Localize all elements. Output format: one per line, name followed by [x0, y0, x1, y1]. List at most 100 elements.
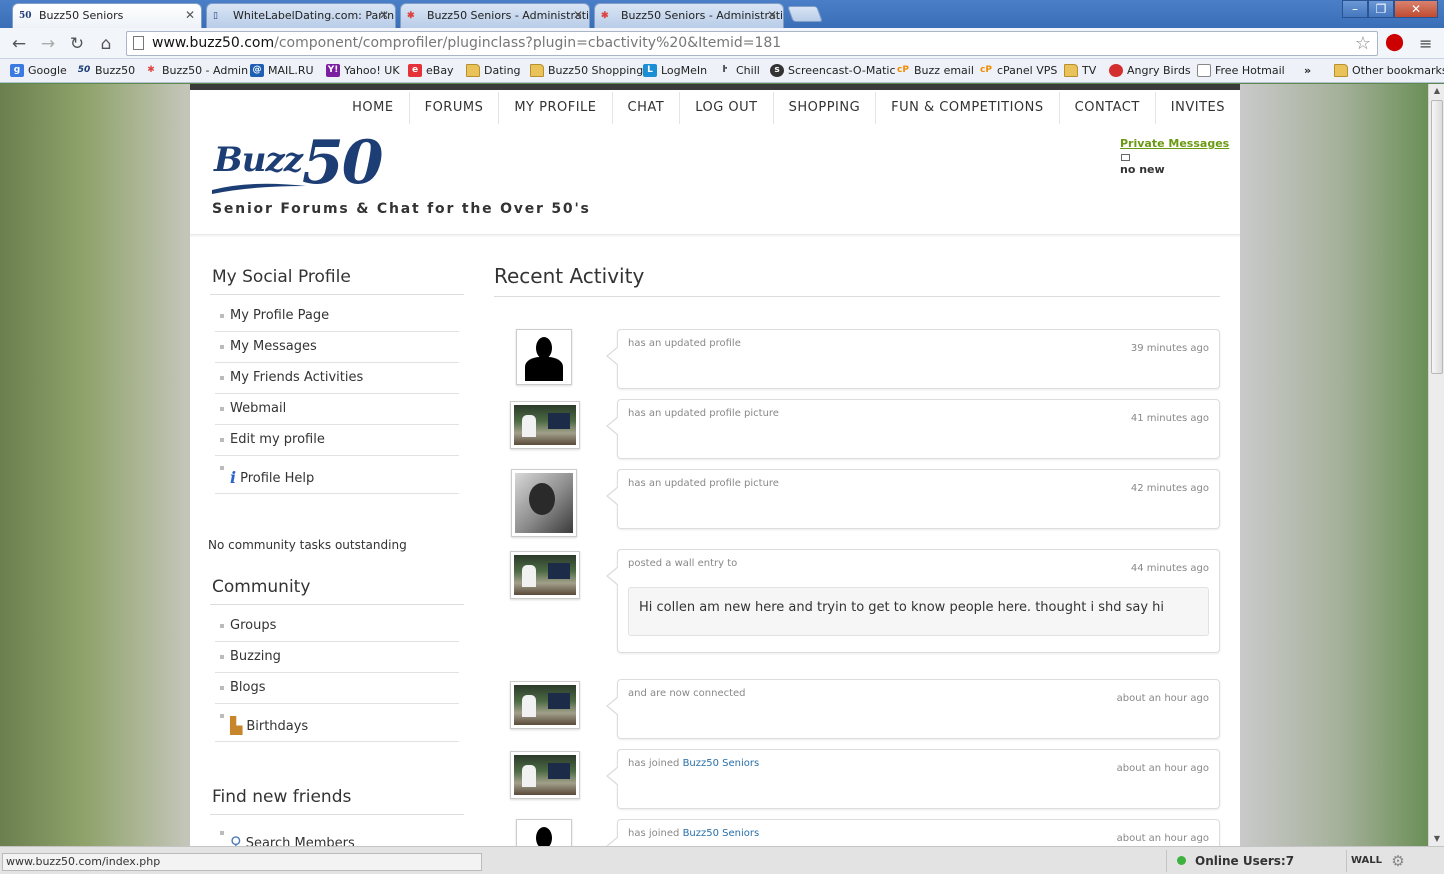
- vertical-scrollbar[interactable]: ▲ ▼: [1428, 84, 1444, 846]
- menu-icon[interactable]: ≡: [1419, 34, 1432, 53]
- bookmark-buzz-email[interactable]: cP Buzz email: [896, 63, 974, 79]
- tab-title: WhiteLabelDating.com: Partn: [233, 9, 395, 22]
- bookmark-tv[interactable]: TV: [1064, 63, 1096, 79]
- tab-admin-1[interactable]: ✱ Buzz50 Seniors - Administrati ✕: [400, 3, 590, 28]
- restore-icon[interactable]: ❐: [1368, 0, 1394, 18]
- sidebar-item-blogs[interactable]: Blogs: [215, 673, 459, 704]
- avatar[interactable]: [510, 401, 580, 449]
- bookmark-buzz50[interactable]: 50 Buzz50: [77, 63, 135, 79]
- bookmark-buzz50-admin[interactable]: ✱ Buzz50 - Admin: [144, 63, 248, 79]
- bookmark-label: Screencast-O-Matic: [788, 64, 896, 77]
- user-photo: [515, 473, 573, 533]
- bookmark-buzz50-shopping[interactable]: Buzz50 Shopping: [530, 63, 643, 79]
- new-tab-button[interactable]: [787, 6, 823, 22]
- nav-chat[interactable]: CHAT: [611, 92, 680, 124]
- window-close-icon[interactable]: ✕: [1394, 0, 1438, 18]
- default-avatar-icon: [520, 333, 568, 381]
- window-controls: – ❐ ✕: [1342, 0, 1438, 18]
- avatar[interactable]: [516, 329, 572, 385]
- nav-shopping[interactable]: SHOPPING: [772, 92, 876, 124]
- online-users-label: Online Users:7: [1195, 854, 1295, 868]
- bookmark-google[interactable]: g Google: [10, 63, 67, 79]
- scroll-up-icon[interactable]: ▲: [1429, 84, 1444, 98]
- activity-time: about an hour ago: [1116, 833, 1209, 844]
- bookmark-free-hotmail[interactable]: Free Hotmail: [1197, 63, 1285, 79]
- bookmark-star-icon[interactable]: ☆: [1355, 32, 1371, 55]
- private-messages-link[interactable]: Private Messages: [1120, 137, 1229, 150]
- nav-home[interactable]: HOME: [337, 92, 408, 124]
- forward-icon[interactable]: →: [37, 33, 59, 55]
- bookmark-ebay[interactable]: e eBay: [408, 63, 454, 79]
- sidebar-item-my-messages[interactable]: My Messages: [215, 332, 459, 363]
- online-users[interactable]: Online Users:7: [1166, 850, 1346, 872]
- group-link[interactable]: Buzz50 Seniors: [683, 758, 760, 769]
- status-url: www.buzz50.com/index.php: [2, 853, 482, 871]
- sidebar-item-groups[interactable]: Groups: [215, 611, 459, 642]
- activity-bubble: posted a wall entry to 44 minutes ago Hi…: [606, 549, 1220, 653]
- gear-icon[interactable]: ⚙: [1386, 850, 1410, 872]
- avatar[interactable]: [510, 751, 580, 799]
- tab-whitelabeldating[interactable]: ▯ WhiteLabelDating.com: Partn ✕: [206, 3, 396, 28]
- avatar[interactable]: [511, 469, 577, 537]
- bookmark-cpanel-vps[interactable]: cP cPanel VPS: [979, 63, 1057, 79]
- nav-fun-competitions[interactable]: FUN & COMPETITIONS: [875, 92, 1058, 124]
- activity-time: 42 minutes ago: [1130, 483, 1209, 494]
- bookmark-logmein[interactable]: L LogMeIn: [643, 63, 707, 79]
- sidebar-item-profile-help[interactable]: i Profile Help: [215, 456, 459, 494]
- activity-verb: has joined: [628, 828, 680, 839]
- nav-contact[interactable]: CONTACT: [1058, 92, 1155, 124]
- sidebar-item-search-members[interactable]: ⚲ Search Members: [215, 821, 459, 846]
- other-bookmarks[interactable]: Other bookmarks: [1334, 63, 1444, 79]
- home-icon[interactable]: ⌂: [95, 33, 117, 55]
- folder-icon: [466, 64, 480, 77]
- bookmark-chill[interactable]: ŀ Chill: [718, 63, 760, 79]
- sidebar-item-birthdays[interactable]: ▙ Birthdays: [215, 704, 459, 742]
- bookmark-mailru[interactable]: @ MAIL.RU: [250, 63, 314, 79]
- nav-log-out[interactable]: LOG OUT: [679, 92, 772, 124]
- activity-item: has an updated profile picture 41 minute…: [494, 399, 1220, 469]
- page-icon: ▯: [213, 11, 218, 21]
- sidebar-item-edit-profile[interactable]: Edit my profile: [215, 425, 459, 456]
- activity-text: has an updated profile: [628, 338, 741, 349]
- group-link[interactable]: Buzz50 Seniors: [683, 828, 760, 839]
- back-icon[interactable]: ←: [8, 33, 30, 55]
- address-bar[interactable]: www.buzz50.com/component/comprofiler/plu…: [126, 31, 1378, 56]
- folder-icon: [530, 64, 544, 77]
- avatar[interactable]: [510, 681, 580, 729]
- sidebar-item-webmail[interactable]: Webmail: [215, 394, 459, 425]
- scroll-down-icon[interactable]: ▼: [1429, 832, 1444, 846]
- minimize-icon[interactable]: –: [1342, 0, 1368, 18]
- adblock-icon[interactable]: ⬤: [1385, 32, 1404, 52]
- sidebar-item-buzzing[interactable]: Buzzing: [215, 642, 459, 673]
- angry-bird-icon: [1109, 64, 1123, 77]
- nav-invites[interactable]: INVITES: [1154, 92, 1240, 124]
- sidebar-item-label: Search Members: [245, 836, 355, 846]
- activity-bubble: has an updated profile picture 41 minute…: [606, 399, 1220, 459]
- bookmark-angry-birds[interactable]: Angry Birds: [1109, 63, 1191, 79]
- scrollbar-thumb[interactable]: [1431, 100, 1443, 374]
- bookmark-screencast[interactable]: s Screencast-O-Matic: [770, 63, 896, 79]
- tab-buzz50-seniors[interactable]: 50 Buzz50 Seniors ✕: [12, 3, 202, 28]
- site-logo[interactable]: Buzz 50: [210, 128, 410, 198]
- nav-my-profile[interactable]: MY PROFILE: [498, 92, 611, 124]
- wall-button[interactable]: WALL: [1346, 850, 1386, 872]
- activity-item: posted a wall entry to 44 minutes ago Hi…: [494, 549, 1220, 679]
- avatar[interactable]: [516, 819, 572, 846]
- tab-admin-2[interactable]: ✱ Buzz50 Seniors - Administrati ✕: [594, 3, 784, 28]
- tab-close-icon[interactable]: ✕: [573, 4, 583, 27]
- nav-forums[interactable]: FORUMS: [408, 92, 499, 124]
- avatar[interactable]: [510, 551, 580, 599]
- reload-icon[interactable]: ↻: [66, 33, 88, 55]
- tab-close-icon[interactable]: ✕: [767, 4, 777, 27]
- sidebar-item-friends-activities[interactable]: My Friends Activities: [215, 363, 459, 394]
- bookmarks-overflow-icon[interactable]: »: [1300, 63, 1311, 79]
- bookmark-yahoo[interactable]: Y! Yahoo! UK: [326, 63, 400, 79]
- logmein-icon: L: [643, 64, 657, 77]
- bookmark-dating[interactable]: Dating: [466, 63, 521, 79]
- sidebar-item-my-profile-page[interactable]: My Profile Page: [215, 301, 459, 332]
- community-title: Community: [210, 572, 464, 605]
- tab-close-icon[interactable]: ✕: [379, 4, 389, 27]
- tab-title: Buzz50 Seniors - Administrati: [427, 9, 590, 22]
- bookmark-label: Chill: [736, 64, 760, 77]
- tab-close-icon[interactable]: ✕: [185, 4, 195, 27]
